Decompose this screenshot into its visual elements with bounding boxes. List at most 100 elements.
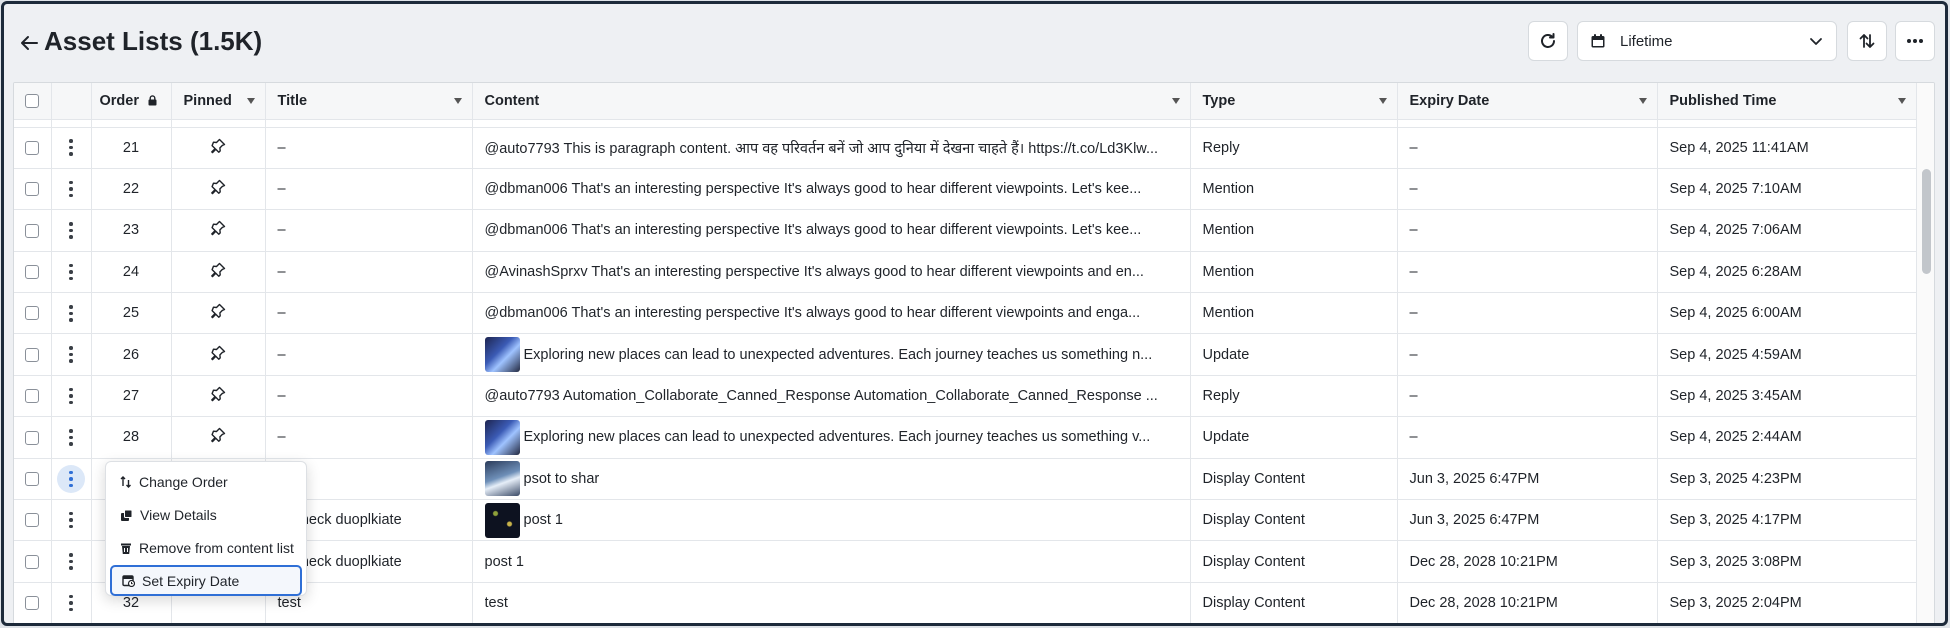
row-actions-kebab-icon[interactable] [57,216,85,244]
pin-icon[interactable] [210,221,226,240]
title-column-header[interactable]: Title [265,83,473,120]
type-cell: Reply [1190,127,1398,169]
date-range-select[interactable]: Lifetime [1577,21,1837,61]
row-context-menu: Change Order View Details Remove from co… [105,461,307,596]
expiry-column-header[interactable]: Expiry Date [1397,83,1658,120]
table-row[interactable]: 27 – @auto7793 Automation_Collaborate_Ca… [14,375,1917,418]
type-cell: Update [1190,333,1398,376]
row-checkbox[interactable] [25,140,40,155]
row-actions-kebab-icon[interactable] [57,299,85,327]
published-column-header[interactable]: Published Time [1657,83,1917,120]
remove-label: Remove from content list [139,540,294,556]
table-row[interactable]: 28 – Exploring new places can lead to un… [14,416,1917,459]
pin-icon[interactable] [210,304,226,323]
content-cell[interactable]: @dbman006 That's an interesting perspect… [472,292,1191,335]
remove-menu-item[interactable]: Remove from content list [110,532,302,564]
content-cell[interactable]: post 1 [472,499,1191,542]
filter-icon[interactable] [1378,98,1387,104]
type-column-header[interactable]: Type [1190,83,1398,120]
table-row[interactable]: 24 – @AvinashSprxv That's an interesting… [14,251,1917,294]
type-cell: Display Content [1190,540,1398,583]
content-thumbnail [484,502,520,538]
select-all-checkbox[interactable] [25,93,40,108]
back-arrow-icon[interactable] [18,32,40,54]
pin-icon[interactable] [210,179,226,199]
row-select-cell [14,458,52,501]
row-actions-kebab-icon[interactable] [57,589,85,617]
row-actions-kebab-icon[interactable] [57,506,85,534]
table-row[interactable]: 21 – @auto7793 This is paragraph content… [14,127,1917,169]
content-cell[interactable]: @dbman006 That's an interesting perspect… [472,209,1191,252]
type-cell: Reply [1190,375,1398,418]
table-row[interactable]: 23 – @dbman006 That's an interesting per… [14,209,1917,252]
row-actions-kebab-icon[interactable] [57,134,85,162]
row-checkbox[interactable] [25,182,40,197]
published-cell: Sep 4, 2025 4:59AM [1657,333,1917,376]
set-expiry-menu-item[interactable]: Set Expiry Date [110,565,302,596]
sort-button[interactable] [1847,21,1887,61]
reorder-icon [120,476,131,488]
pin-icon[interactable] [210,428,226,447]
more-options-button[interactable] [1895,21,1935,61]
row-checkbox[interactable] [25,596,40,611]
change-order-menu-item[interactable]: Change Order [110,466,302,498]
pinned-cell [171,416,266,459]
pin-icon[interactable] [210,262,226,282]
content-cell[interactable]: post 1 [472,540,1191,583]
row-checkbox[interactable] [25,513,40,528]
filter-icon[interactable] [453,98,462,104]
content-text: test [484,594,508,611]
filter-icon[interactable] [1897,98,1906,104]
content-cell[interactable]: psot to shar [472,458,1191,501]
row-actions-kebab-icon[interactable] [57,423,85,451]
row-select-cell [14,251,52,294]
vertical-scrollbar[interactable] [1916,83,1934,623]
row-select-cell [14,416,52,459]
table-row[interactable]: 26 – Exploring new places can lead to un… [14,333,1917,376]
view-details-menu-item[interactable]: View Details [110,499,302,531]
row-actions-kebab-icon[interactable] [57,341,85,369]
row-actions-kebab-icon[interactable] [57,464,85,493]
row-checkbox[interactable] [25,430,40,445]
content-column-header[interactable]: Content [472,83,1191,120]
type-cell: Mention [1190,292,1398,335]
lock-icon [148,94,157,106]
view-details-label: View Details [140,507,217,523]
scrollbar-thumb[interactable] [1922,169,1931,274]
pin-icon[interactable] [210,345,226,365]
pinned-column-header[interactable]: Pinned [171,83,266,120]
filter-icon[interactable] [1638,98,1647,104]
row-actions-kebab-icon[interactable] [57,258,85,286]
order-column-header[interactable]: Order [91,83,172,120]
filter-icon[interactable] [1171,98,1180,104]
row-menu-cell [51,127,92,169]
table-row[interactable]: 25 – @dbman006 That's an interesting per… [14,292,1917,335]
row-checkbox[interactable] [25,265,40,280]
filter-icon[interactable] [246,98,255,104]
row-actions-kebab-icon[interactable] [57,548,85,576]
row-checkbox[interactable] [25,389,40,404]
row-actions-kebab-icon[interactable] [57,382,85,410]
pin-icon[interactable] [210,386,226,406]
content-cell[interactable]: test [472,582,1191,623]
row-menu-cell [51,375,92,418]
content-cell[interactable]: @auto7793 Automation_Collaborate_Canned_… [472,375,1191,418]
row-checkbox[interactable] [25,306,40,321]
more-horizontal-icon [1907,39,1923,43]
content-cell[interactable]: @dbman006 That's an interesting perspect… [472,168,1191,211]
refresh-button[interactable] [1528,21,1568,61]
content-cell[interactable]: @AvinashSprxv That's an interesting pers… [472,251,1191,294]
expiry-cell: Dec 28, 2028 10:21PM [1397,540,1658,583]
pin-icon[interactable] [210,138,226,158]
row-checkbox[interactable] [25,347,40,362]
row-actions-kebab-icon[interactable] [57,175,85,203]
content-cell[interactable]: @auto7793 This is paragraph content. आप … [472,127,1191,169]
published-cell: Sep 4, 2025 3:45AM [1657,375,1917,418]
content-cell[interactable]: Exploring new places can lead to unexpec… [472,333,1191,376]
row-checkbox[interactable] [25,554,40,569]
content-cell[interactable]: Exploring new places can lead to unexpec… [472,416,1191,459]
table-row[interactable]: 22 – @dbman006 That's an interesting per… [14,168,1917,211]
expiry-cell: Jun 3, 2025 6:47PM [1397,458,1658,501]
row-checkbox[interactable] [25,223,40,238]
row-checkbox[interactable] [25,471,40,486]
